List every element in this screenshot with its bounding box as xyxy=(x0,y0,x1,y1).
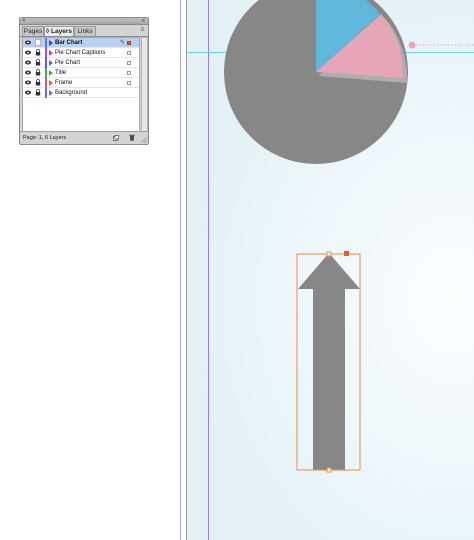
lock-icon[interactable] xyxy=(35,69,41,76)
caption-leader xyxy=(408,41,474,49)
layer-color-swatch xyxy=(45,78,47,88)
layers-scrollbar[interactable] xyxy=(141,37,148,132)
eye-icon[interactable] xyxy=(25,50,31,55)
eye-icon[interactable] xyxy=(25,90,31,95)
panel-footer: Page: 1, 6 Layers xyxy=(20,131,148,144)
selected-items-indicator[interactable] xyxy=(127,71,131,75)
layer-color-swatch xyxy=(45,48,47,58)
pie-chart[interactable] xyxy=(224,0,408,164)
expand-triangle-icon[interactable] xyxy=(49,70,53,76)
layer-color-swatch xyxy=(45,88,47,98)
panel-menu-icon[interactable]: ≡ xyxy=(140,27,144,33)
layer-name: Background xyxy=(55,90,88,96)
lock-icon[interactable] xyxy=(35,89,41,96)
tab-links[interactable]: Links xyxy=(74,26,96,36)
eye-icon[interactable] xyxy=(25,70,31,75)
eye-icon[interactable] xyxy=(25,40,31,45)
tab-layers[interactable]: ◊ Layers xyxy=(44,26,74,36)
expand-triangle-icon[interactable] xyxy=(49,40,53,46)
selected-items-indicator[interactable] xyxy=(127,41,131,45)
lock-icon[interactable] xyxy=(35,79,41,86)
selection-handle-top xyxy=(326,251,332,257)
leader-dot xyxy=(408,41,416,49)
selected-items-indicator[interactable] xyxy=(127,81,131,85)
layer-row-bar-chart[interactable]: Bar Chart ✎ xyxy=(23,38,139,48)
eye-icon[interactable] xyxy=(25,80,31,85)
expand-triangle-icon[interactable] xyxy=(49,50,53,56)
selected-items-indicator[interactable] xyxy=(127,61,131,65)
layers-panel: × « Pages ◊ Layers Links ≡ Bar Chart ✎ P… xyxy=(19,17,149,145)
trash-icon[interactable] xyxy=(129,134,135,141)
panel-tabs: Pages ◊ Layers Links ≡ xyxy=(20,25,148,37)
close-icon[interactable]: × xyxy=(22,18,26,24)
layer-name: Bar Chart xyxy=(55,40,83,46)
layer-name: Frame xyxy=(55,80,73,86)
arrow-bar[interactable] xyxy=(298,253,360,470)
lock-icon[interactable] xyxy=(35,49,41,56)
collapse-icon[interactable]: « xyxy=(142,18,145,24)
selection-handle-bottom xyxy=(326,467,332,473)
layer-color-swatch xyxy=(45,38,47,48)
resize-grip-icon[interactable] xyxy=(141,137,147,143)
expand-triangle-icon[interactable] xyxy=(49,60,53,66)
pen-icon: ✎ xyxy=(120,40,126,46)
layer-row-frame[interactable]: Frame xyxy=(23,78,139,88)
layer-row-pie-chart-captions[interactable]: Pie Chart Captions xyxy=(23,48,139,58)
layer-row-background[interactable]: Background xyxy=(23,88,139,98)
lock-toggle-empty-icon[interactable] xyxy=(35,39,41,46)
page-layer-count: Page: 1, 6 Layers xyxy=(23,135,67,141)
expand-triangle-icon[interactable] xyxy=(49,80,53,86)
layer-name: Pie Chart Captions xyxy=(55,50,106,56)
layer-name: Title xyxy=(55,70,67,76)
layer-row-pie-chart[interactable]: Pie Chart xyxy=(23,58,139,68)
layers-list: Bar Chart ✎ Pie Chart Captions Pie Chart xyxy=(22,37,140,132)
tab-pages[interactable]: Pages xyxy=(22,26,44,36)
selected-items-indicator[interactable] xyxy=(127,51,131,55)
tab-layers-label: Layers xyxy=(51,28,72,35)
layer-color-swatch xyxy=(45,68,47,78)
eye-icon[interactable] xyxy=(25,60,31,65)
selection-handle-top-right xyxy=(344,251,349,256)
expand-triangle-icon[interactable] xyxy=(49,90,53,96)
panel-titlebar[interactable]: × « xyxy=(20,18,148,25)
layer-name: Pie Chart xyxy=(55,60,81,66)
lock-icon[interactable] xyxy=(35,59,41,66)
layer-row-title[interactable]: Title xyxy=(23,68,139,78)
new-layer-icon[interactable] xyxy=(113,135,119,141)
layer-color-swatch xyxy=(45,58,47,68)
